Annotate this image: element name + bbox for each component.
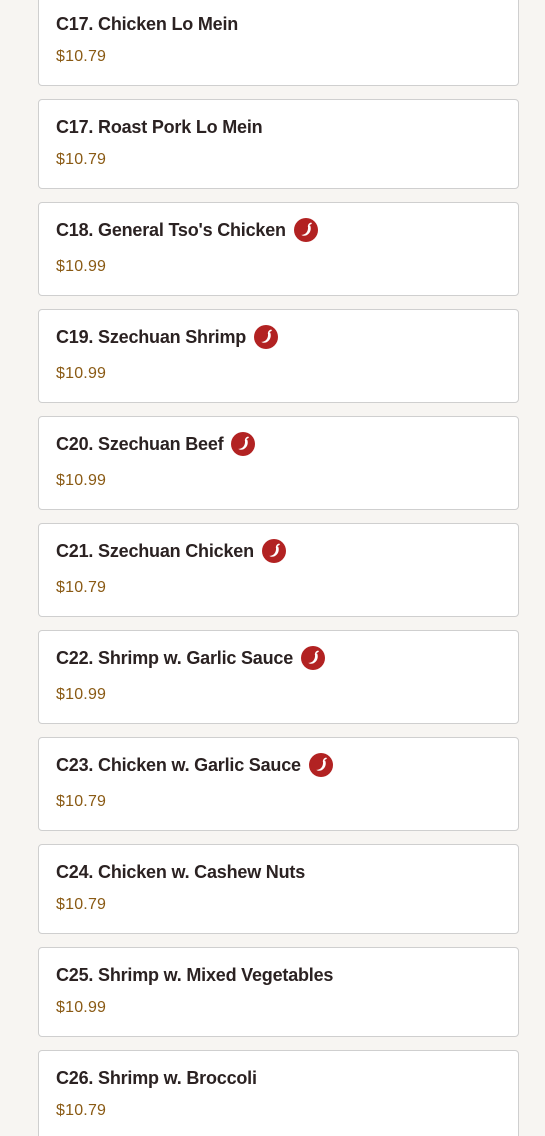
menu-item-name: C17. Roast Pork Lo Mein (56, 116, 263, 137)
menu-item-name: C19. Szechuan Shrimp (56, 326, 247, 347)
menu-item-name: C23. Chicken w. Garlic Sauce (56, 754, 301, 775)
menu-item-card[interactable]: C23. Chicken w. Garlic Sauce $10.79 (38, 737, 519, 831)
spicy-pepper-icon (231, 432, 256, 456)
menu-item-card[interactable]: C18. General Tso's Chicken $10.99 (38, 202, 519, 296)
menu-item-name: C18. General Tso's Chicken (56, 219, 286, 240)
menu-item-price: $10.79 (56, 579, 107, 596)
menu-item-header: C20. Szechuan Beef (56, 431, 256, 457)
spicy-pepper-icon (308, 753, 333, 777)
menu-item-card[interactable]: C20. Szechuan Beef $10.99 (38, 416, 519, 510)
menu-item-price: $10.79 (56, 793, 107, 810)
spicy-pepper-icon (261, 539, 286, 563)
menu-item-card[interactable]: C17. Chicken Lo Mein $10.79 (38, 0, 519, 86)
menu-item-header: C18. General Tso's Chicken (56, 217, 318, 243)
menu-item-name: C24. Chicken w. Cashew Nuts (56, 861, 306, 882)
menu-item-price: $10.79 (56, 896, 107, 913)
spicy-pepper-icon (293, 218, 318, 242)
menu-item-card[interactable]: C17. Roast Pork Lo Mein $10.79 (38, 99, 519, 189)
menu-item-card[interactable]: C25. Shrimp w. Mixed Vegetables $10.99 (38, 947, 519, 1037)
menu-item-header: C24. Chicken w. Cashew Nuts (56, 859, 305, 885)
menu-item-name: C25. Shrimp w. Mixed Vegetables (56, 964, 334, 985)
menu-item-name: C20. Szechuan Beef (56, 433, 224, 454)
menu-item-price: $10.79 (56, 151, 107, 168)
menu-item-header: C25. Shrimp w. Mixed Vegetables (56, 962, 333, 988)
menu-item-card[interactable]: C19. Szechuan Shrimp $10.99 (38, 309, 519, 403)
menu-item-header: C23. Chicken w. Garlic Sauce (56, 752, 333, 778)
menu-item-price: $10.99 (56, 686, 107, 703)
menu-item-header: C17. Roast Pork Lo Mein (56, 114, 263, 140)
menu-item-name: C26. Shrimp w. Broccoli (56, 1067, 257, 1088)
spicy-pepper-icon (301, 646, 326, 670)
menu-item-price: $10.99 (56, 472, 107, 489)
menu-item-header: C19. Szechuan Shrimp (56, 324, 279, 350)
menu-item-header: C21. Szechuan Chicken (56, 538, 286, 564)
menu-item-card[interactable]: C24. Chicken w. Cashew Nuts $10.79 (38, 844, 519, 934)
menu-item-card[interactable]: C21. Szechuan Chicken $10.79 (38, 523, 519, 617)
menu-item-price: $10.79 (56, 48, 107, 65)
menu-item-name: C21. Szechuan Chicken (56, 540, 254, 561)
menu-item-name: C22. Shrimp w. Garlic Sauce (56, 647, 294, 668)
menu-item-price: $10.99 (56, 999, 107, 1016)
menu-item-header: C22. Shrimp w. Garlic Sauce (56, 645, 326, 671)
menu-item-header: C26. Shrimp w. Broccoli (56, 1065, 257, 1091)
menu-item-list: C17. Chicken Lo Mein $10.79 C17. Roast P… (0, 0, 545, 1136)
menu-item-price: $10.99 (56, 258, 107, 275)
menu-item-price: $10.79 (56, 1102, 107, 1119)
menu-item-card[interactable]: C26. Shrimp w. Broccoli $10.79 (38, 1050, 519, 1136)
menu-item-header: C17. Chicken Lo Mein (56, 11, 238, 37)
menu-item-name: C17. Chicken Lo Mein (56, 13, 239, 34)
menu-item-price: $10.99 (56, 365, 107, 382)
menu-item-card[interactable]: C22. Shrimp w. Garlic Sauce $10.99 (38, 630, 519, 724)
spicy-pepper-icon (254, 325, 279, 349)
